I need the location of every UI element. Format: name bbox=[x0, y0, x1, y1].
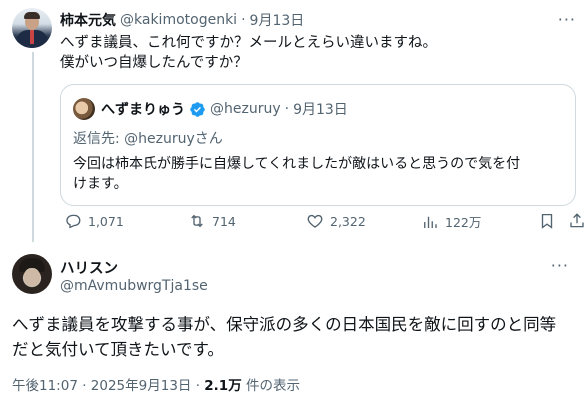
more-options-icon[interactable]: ··· bbox=[551, 256, 569, 275]
quoted-text: 今回は柿本氏が勝手に自爆してくれましたが敵はいると思うので気を付 けます。 bbox=[73, 154, 565, 194]
reply-count: 1,071 bbox=[88, 213, 124, 229]
tweet-text-line: 僕がいつ自爆したんですか？ bbox=[60, 55, 248, 71]
more-options-icon[interactable]: ··· bbox=[558, 10, 576, 29]
separator: · bbox=[284, 101, 290, 117]
tweet-text-line: だと気付いて頂きたいです。 bbox=[12, 340, 224, 359]
author-handle[interactable]: @kakimotogenki bbox=[120, 12, 237, 28]
quoted-author-handle[interactable]: @hezuruy bbox=[210, 101, 281, 117]
reply-icon bbox=[66, 214, 81, 229]
tweet-timestamp[interactable]: 午後11:07 · 2025年9月13日 · bbox=[12, 378, 204, 394]
reply-to-label: 返信先: @hezuruyさん bbox=[73, 131, 223, 147]
tweet-text: へずま議員、これ何ですか？メールとえらい違いますね。 僕がいつ自爆したんですか？ bbox=[60, 33, 580, 73]
tweet-text-line: へずま議員を攻撃する事が、保守派の多くの日本国民を敵に回すのと同等 bbox=[12, 315, 557, 334]
tweet-timestamp-views: 午後11:07 · 2025年9月13日 · 2.1万 件の表示 bbox=[12, 374, 300, 394]
tweet-text: へずま議員を攻撃する事が、保守派の多くの日本国民を敵に回すのと同等 だと気付いて… bbox=[12, 312, 580, 362]
separator: · bbox=[241, 12, 246, 28]
quoted-text-line: 今回は柿本氏が勝手に自爆してくれましたが敵はいると思うので気を付 bbox=[73, 156, 521, 172]
tweet-header: 柿本元気 @kakimotogenki · 9月13日 bbox=[60, 10, 304, 30]
quoted-tweet-card[interactable]: へずまりゅう @hezuruy · 9月13日 返信先: @hezuruyさん … bbox=[60, 84, 576, 206]
repost-icon bbox=[191, 214, 203, 228]
views-count: 2.1万 bbox=[204, 378, 242, 394]
bookmark-icon bbox=[541, 213, 553, 229]
avatar[interactable] bbox=[12, 254, 52, 294]
tweet-date[interactable]: 9月13日 bbox=[250, 10, 305, 30]
quoted-text-line: けます。 bbox=[73, 176, 128, 192]
quoted-header: へずまりゅう @hezuruy · 9月13日 bbox=[101, 99, 348, 119]
author-name[interactable]: ハリスン bbox=[60, 257, 118, 278]
author-handle[interactable]: @mAvmubwrgTja1se bbox=[60, 278, 208, 294]
parent-tweet[interactable]: 柿本元気 @kakimotogenki · 9月13日 ··· へずま議員、これ… bbox=[12, 4, 584, 244]
repost-button[interactable]: 714 bbox=[188, 212, 236, 230]
reply-button[interactable]: 1,071 bbox=[64, 212, 124, 230]
tweet-text-line: へずま議員、これ何ですか？メールとえらい違いますね。 bbox=[60, 35, 437, 51]
bookmark-button[interactable] bbox=[538, 212, 556, 230]
author-name[interactable]: 柿本元気 bbox=[60, 10, 116, 30]
focused-tweet: ハリスン @mAvmubwrgTja1se ··· へずま議員を攻撃する事が、保… bbox=[0, 248, 587, 406]
avatar[interactable] bbox=[12, 8, 52, 48]
verified-badge-icon bbox=[190, 101, 205, 117]
views-chart-icon bbox=[424, 216, 437, 228]
quoted-avatar[interactable] bbox=[73, 98, 95, 120]
share-button[interactable] bbox=[568, 212, 586, 230]
repost-count: 714 bbox=[212, 213, 236, 229]
views-button[interactable]: 122万 bbox=[421, 212, 481, 231]
like-button[interactable]: 2,322 bbox=[306, 212, 366, 230]
like-count: 2,322 bbox=[330, 213, 366, 229]
quoted-date[interactable]: 9月13日 bbox=[293, 99, 348, 119]
action-bar: 1,071 714 2,322 122万 bbox=[60, 212, 587, 234]
quoted-author-name[interactable]: へずまりゅう bbox=[101, 99, 185, 119]
views-label: 件の表示 bbox=[241, 378, 300, 394]
view-count: 122万 bbox=[445, 215, 482, 230]
heart-icon bbox=[307, 214, 323, 228]
share-icon bbox=[570, 213, 584, 228]
